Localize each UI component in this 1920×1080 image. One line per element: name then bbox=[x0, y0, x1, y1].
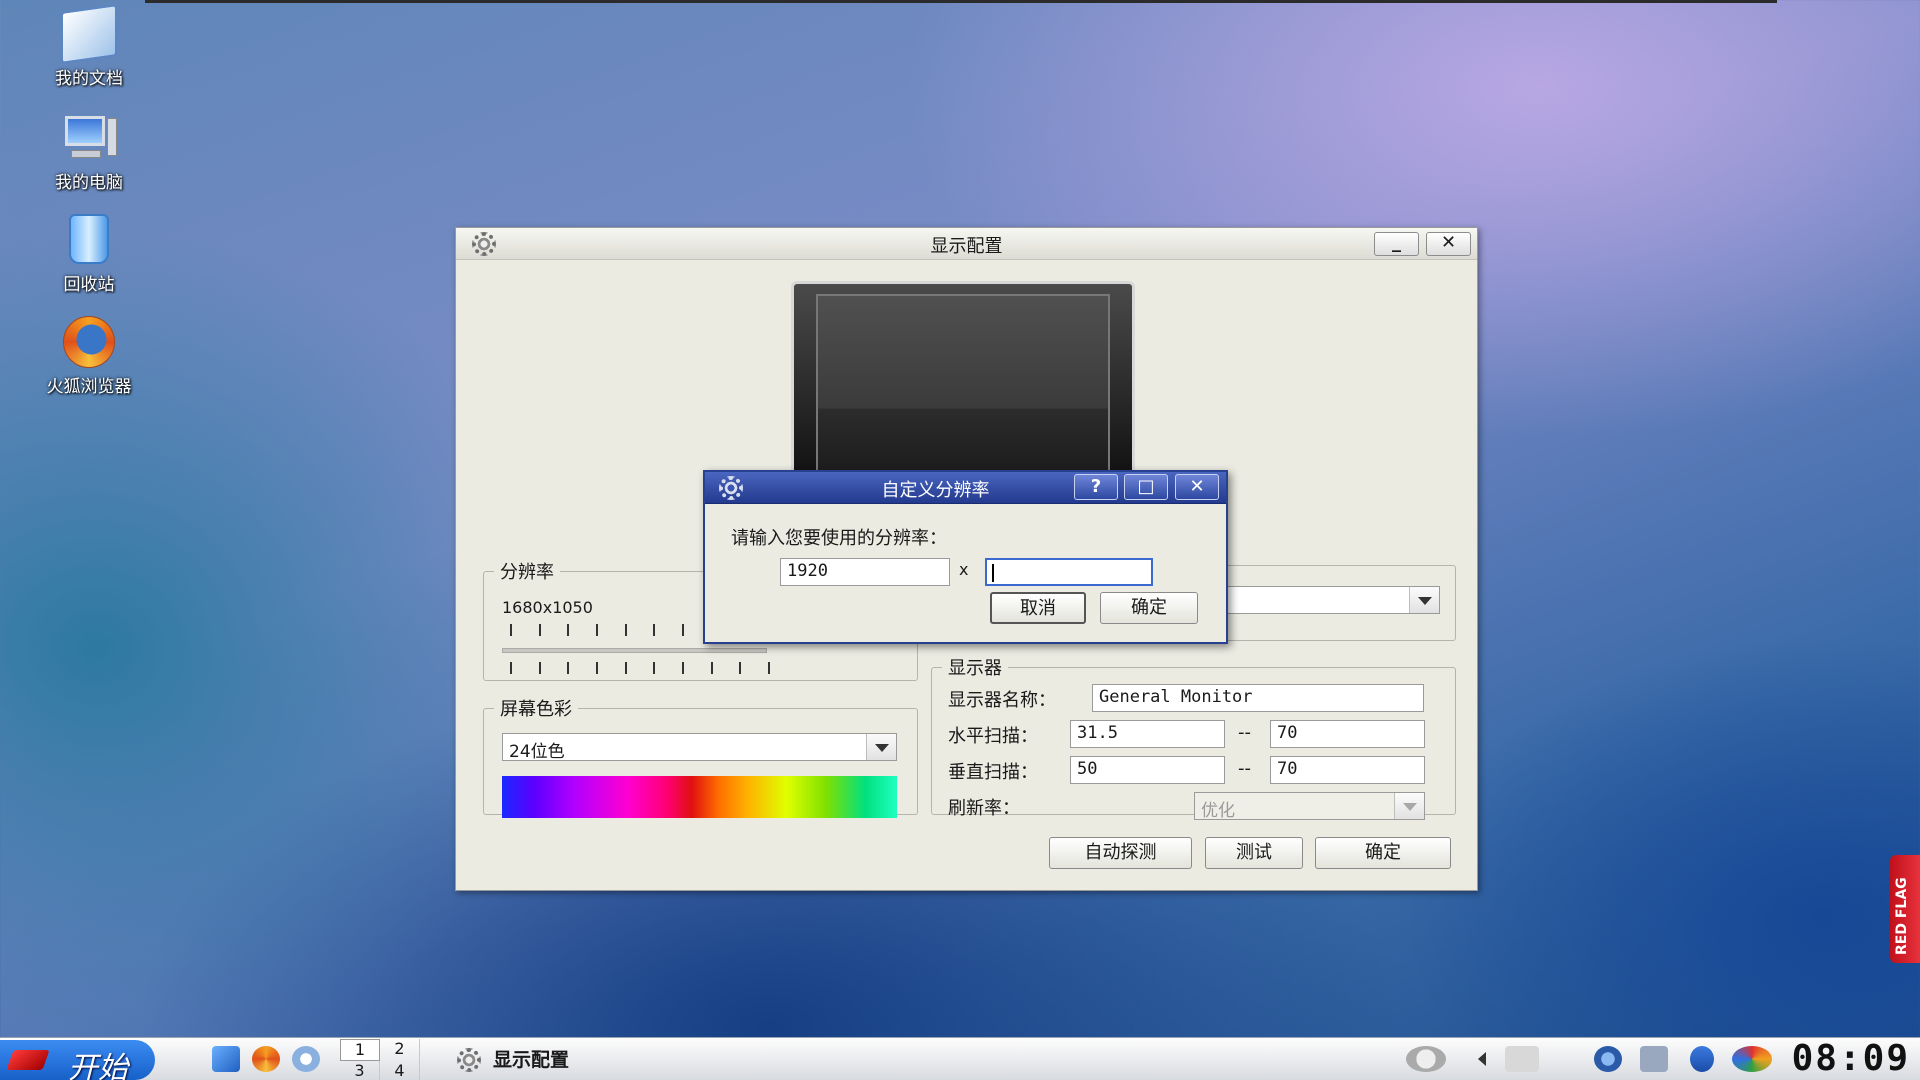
times-sign: x bbox=[959, 560, 969, 579]
desktop-icon-my-computer[interactable]: 我的电脑 bbox=[24, 112, 154, 193]
workspace-pager[interactable]: 1 2 3 4 bbox=[340, 1039, 420, 1080]
refresh-rate-value: 优化 bbox=[1201, 801, 1235, 821]
custom-resolution-dialog: 自定义分辨率 ? □ ✕ 请输入您要使用的分辨率： 1920 x 取消 确定 bbox=[703, 470, 1228, 644]
start-label: 开始 bbox=[68, 1051, 128, 1080]
monitor-name-label: 显示器名称： bbox=[948, 690, 1056, 711]
range-separator: -- bbox=[1238, 758, 1251, 779]
slider-ticks-bottom bbox=[510, 662, 770, 674]
my-documents-icon bbox=[61, 4, 117, 64]
auto-detect-button[interactable]: 自动探测 bbox=[1049, 837, 1192, 869]
bluetooth-icon[interactable] bbox=[1690, 1046, 1714, 1072]
maximize-button[interactable]: □ bbox=[1124, 474, 1168, 500]
monitor-name-field[interactable]: General Monitor bbox=[1092, 684, 1424, 712]
hsync-label: 水平扫描： bbox=[948, 726, 1038, 747]
vsync-label: 垂直扫描： bbox=[948, 762, 1038, 783]
clock[interactable]: 08:09 bbox=[1792, 1038, 1910, 1079]
monitor-group: 显示器 显示器名称： General Monitor 水平扫描： 31.5 --… bbox=[931, 654, 1456, 821]
hsync-min-field[interactable]: 31.5 bbox=[1070, 720, 1225, 748]
workspace-2[interactable]: 2 bbox=[380, 1039, 420, 1061]
chevron-down-icon[interactable] bbox=[866, 734, 896, 760]
close-icon: ✕ bbox=[1189, 476, 1205, 497]
help-button[interactable]: ? bbox=[1074, 474, 1118, 500]
resolution-width-input[interactable]: 1920 bbox=[780, 558, 950, 586]
ok-button[interactable]: 确定 bbox=[1315, 837, 1451, 869]
desktop-icon-label: 回收站 bbox=[63, 275, 115, 295]
desktop-icon-recycle-bin[interactable]: 回收站 bbox=[24, 214, 154, 295]
resolution-legend: 分辨率 bbox=[500, 562, 554, 583]
start-button[interactable]: 开始 bbox=[0, 1040, 155, 1080]
firefox-icon bbox=[61, 316, 117, 368]
color-depth-value: 24位色 bbox=[509, 742, 565, 762]
red-flag-text: RED FLAG bbox=[1894, 877, 1910, 955]
chevron-down-icon[interactable] bbox=[1409, 587, 1439, 613]
dialog-close-button[interactable]: ✕ bbox=[1175, 474, 1219, 500]
color-depth-select[interactable]: 24位色 bbox=[502, 733, 897, 762]
desktop-icon-my-documents[interactable]: 我的文档 bbox=[24, 4, 154, 89]
monitor-preview bbox=[791, 281, 1135, 484]
refresh-rate-label: 刷新率： bbox=[948, 798, 1020, 819]
desktop-icon-label: 我的文档 bbox=[55, 69, 123, 89]
taskbar: 开始 1 2 3 4 显示配置 08:09 bbox=[0, 1037, 1920, 1080]
desktop-icon-firefox[interactable]: 火狐浏览器 bbox=[24, 316, 154, 397]
quick-launch-show-desktop-icon[interactable] bbox=[212, 1046, 240, 1072]
workspace-3[interactable]: 3 bbox=[340, 1061, 380, 1080]
test-button[interactable]: 测试 bbox=[1205, 837, 1303, 869]
close-button[interactable]: ✕ bbox=[1426, 232, 1471, 256]
workspace-1[interactable]: 1 bbox=[340, 1039, 380, 1061]
start-flag-icon bbox=[6, 1050, 50, 1070]
tray-expand-arrow-icon[interactable] bbox=[1478, 1052, 1486, 1066]
refresh-rate-select: 优化 bbox=[1194, 792, 1425, 821]
dialog-cancel-button[interactable]: 取消 bbox=[990, 592, 1086, 624]
resolution-slider[interactable] bbox=[502, 648, 767, 653]
minimize-button[interactable]: _ bbox=[1374, 232, 1419, 256]
taskbar-item-label: 显示配置 bbox=[493, 1049, 570, 1071]
window-titlebar[interactable]: 显示配置 _ ✕ bbox=[456, 228, 1477, 260]
monitor-preview-screen bbox=[816, 294, 1110, 484]
my-computer-icon bbox=[61, 112, 117, 164]
window-title: 显示配置 bbox=[930, 236, 1003, 257]
text-cursor bbox=[992, 564, 994, 582]
help-icon: ? bbox=[1090, 476, 1102, 497]
chevron-down-icon bbox=[1394, 793, 1424, 819]
vsync-min-field[interactable]: 50 bbox=[1070, 756, 1225, 784]
quick-launch-network-icon[interactable] bbox=[292, 1046, 320, 1072]
recycle-bin-icon bbox=[61, 214, 117, 266]
color-depth-group: 屏幕色彩 24位色 bbox=[483, 695, 918, 818]
tray-printer-icon[interactable] bbox=[1505, 1046, 1539, 1072]
quick-launch-firefox-icon[interactable] bbox=[252, 1046, 280, 1072]
top-edge-line bbox=[145, 0, 1777, 3]
network-status-icon[interactable] bbox=[1640, 1046, 1668, 1072]
close-icon: ✕ bbox=[1440, 232, 1457, 253]
dialog-titlebar[interactable]: 自定义分辨率 ? □ ✕ bbox=[705, 472, 1226, 504]
resolution-preset-select[interactable] bbox=[1222, 586, 1440, 614]
red-flag-badge[interactable]: RED FLAG bbox=[1890, 855, 1920, 963]
color-spectrum bbox=[502, 776, 897, 818]
update-status-icon[interactable] bbox=[1732, 1046, 1772, 1072]
minimize-icon: _ bbox=[1392, 232, 1401, 253]
tray-disc-icon[interactable] bbox=[1406, 1046, 1446, 1072]
workspace-4[interactable]: 4 bbox=[380, 1061, 420, 1080]
taskbar-item-display-config[interactable]: 显示配置 bbox=[455, 1044, 569, 1076]
dialog-prompt: 请输入您要使用的分辨率： bbox=[731, 528, 947, 549]
resolution-value: 1680x1050 bbox=[502, 598, 593, 617]
resolution-height-input[interactable] bbox=[985, 558, 1153, 586]
desktop-icon-label: 火狐浏览器 bbox=[46, 377, 132, 397]
vsync-max-field[interactable]: 70 bbox=[1270, 756, 1425, 784]
color-depth-legend: 屏幕色彩 bbox=[500, 699, 572, 720]
volume-icon[interactable] bbox=[1594, 1046, 1622, 1072]
desktop-icon-label: 我的电脑 bbox=[55, 173, 123, 193]
range-separator: -- bbox=[1238, 722, 1251, 743]
dialog-ok-button[interactable]: 确定 bbox=[1100, 592, 1198, 624]
hsync-max-field[interactable]: 70 bbox=[1270, 720, 1425, 748]
maximize-icon: □ bbox=[1137, 476, 1155, 497]
monitor-legend: 显示器 bbox=[948, 658, 1002, 679]
gear-icon bbox=[457, 1048, 481, 1072]
